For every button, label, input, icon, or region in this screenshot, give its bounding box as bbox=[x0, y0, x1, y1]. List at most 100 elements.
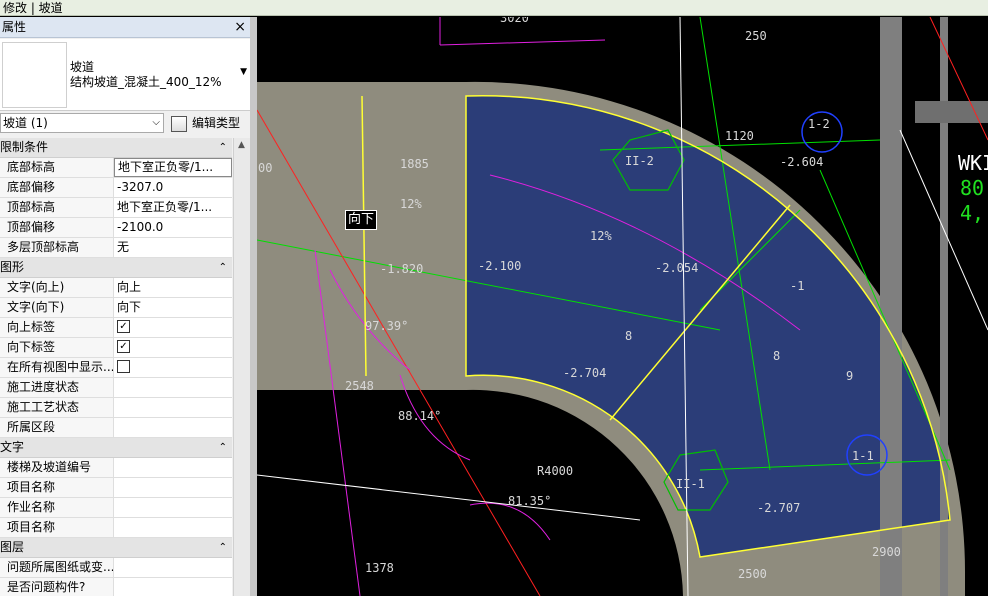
scroll-up-icon[interactable]: ▲ bbox=[238, 140, 245, 150]
cad-label: II-2 bbox=[625, 154, 654, 168]
property-name: 向上标签 bbox=[0, 318, 114, 337]
ramp-direction-tag[interactable]: 向下 bbox=[345, 210, 378, 230]
cad-label: 00 bbox=[258, 161, 272, 175]
properties-grid: 限制条件 ⌃ 底部标高 地下室正负零/1... 底部偏移 -3207.0 顶部标高 地下室正负… bbox=[0, 138, 232, 596]
property-name: 顶部偏移 bbox=[0, 218, 114, 237]
property-value[interactable]: -2100.0 bbox=[114, 218, 235, 237]
edit-type-label: 编辑类型 bbox=[192, 116, 241, 130]
instance-filter-select[interactable]: 坡道 (1) ⌵ bbox=[0, 113, 164, 133]
property-value[interactable] bbox=[114, 498, 235, 517]
property-value[interactable] bbox=[114, 398, 235, 417]
beam[interactable] bbox=[915, 101, 988, 123]
property-name: 底部偏移 bbox=[0, 178, 114, 197]
property-value[interactable] bbox=[114, 578, 235, 596]
cad-label: 1-2 bbox=[808, 117, 830, 131]
property-value[interactable]: 地下室正负零/1... bbox=[114, 158, 232, 177]
edit-type-icon bbox=[171, 115, 187, 132]
property-name: 项目名称 bbox=[0, 518, 114, 537]
property-row: 施工工艺状态 bbox=[0, 398, 232, 418]
property-name: 顶部标高 bbox=[0, 198, 114, 217]
property-value[interactable] bbox=[114, 378, 235, 397]
property-value[interactable] bbox=[114, 478, 235, 497]
ramp-surface[interactable] bbox=[466, 95, 950, 558]
cad-label: -2.054 bbox=[655, 261, 698, 275]
property-row: 在所有视图中显示... bbox=[0, 358, 232, 378]
property-name: 底部标高 bbox=[0, 158, 114, 177]
type-name: 坡道 结构坡道_混凝土_400_12% bbox=[70, 60, 222, 90]
cad-label: 1378 bbox=[365, 561, 394, 575]
cad-label: -2.604 bbox=[780, 155, 823, 169]
cad-label: 12% bbox=[400, 197, 422, 211]
properties-scrollbar[interactable]: ▲ bbox=[233, 138, 250, 596]
property-value[interactable]: 向下 bbox=[114, 298, 235, 317]
checkbox[interactable]: ✓ bbox=[117, 340, 130, 353]
cad-label: 1885 bbox=[400, 157, 429, 171]
property-name: 文字(向上) bbox=[0, 278, 114, 297]
property-value[interactable]: 地下室正负零/1... bbox=[114, 198, 235, 217]
property-value[interactable] bbox=[114, 358, 235, 377]
property-row: 是否问题构件? bbox=[0, 578, 232, 596]
type-selector[interactable]: 坡道 结构坡道_混凝土_400_12% ▼ bbox=[0, 39, 250, 111]
property-name: 项目名称 bbox=[0, 478, 114, 497]
edit-type-button[interactable]: 编辑类型 bbox=[171, 113, 240, 133]
property-name: 在所有视图中显示... bbox=[0, 358, 114, 377]
property-row: 文字(向下) 向下 bbox=[0, 298, 232, 318]
dropdown-arrow-icon[interactable]: ▼ bbox=[240, 67, 247, 77]
property-row: 项目名称 bbox=[0, 518, 232, 538]
cad-label: 8 bbox=[773, 349, 780, 363]
property-name: 向下标签 bbox=[0, 338, 114, 357]
cad-label: 12% bbox=[590, 229, 612, 243]
close-icon[interactable]: × bbox=[234, 17, 246, 37]
collapse-chevron-icon[interactable]: ⌃ bbox=[219, 438, 227, 457]
collapse-chevron-icon[interactable]: ⌃ bbox=[219, 258, 227, 277]
property-value[interactable]: 向上 bbox=[114, 278, 235, 297]
property-value[interactable]: 无 bbox=[114, 238, 235, 257]
cad-label: 97.39° bbox=[365, 319, 408, 333]
property-row: 项目名称 bbox=[0, 478, 232, 498]
wall-strip[interactable] bbox=[880, 17, 902, 596]
property-name: 所属区段 bbox=[0, 418, 114, 437]
checkbox[interactable]: ✓ bbox=[117, 320, 130, 333]
cad-label: 2900 bbox=[872, 545, 901, 559]
category-label: 图层 bbox=[0, 540, 25, 554]
property-value[interactable]: ✓ bbox=[114, 318, 235, 337]
type-preview-image bbox=[2, 42, 67, 108]
cad-label: -1 bbox=[790, 279, 804, 293]
checkbox[interactable] bbox=[117, 360, 130, 373]
cad-label: WKI bbox=[958, 151, 988, 175]
instance-filter-label: 坡道 (1) bbox=[3, 116, 48, 130]
cad-label: 2548 bbox=[345, 379, 374, 393]
collapse-chevron-icon[interactable]: ⌃ bbox=[219, 538, 227, 557]
property-name: 作业名称 bbox=[0, 498, 114, 517]
property-row: 顶部偏移 -2100.0 bbox=[0, 218, 232, 238]
contextual-tab-title: 修改 | 坡道 bbox=[0, 0, 988, 16]
cad-label: 81.35° bbox=[508, 494, 551, 508]
property-value[interactable] bbox=[114, 558, 235, 577]
category-header[interactable]: 限制条件 ⌃ bbox=[0, 138, 232, 158]
category-header[interactable]: 文字 ⌃ bbox=[0, 438, 232, 458]
property-row: 顶部标高 地下室正负零/1... bbox=[0, 198, 232, 218]
property-row: 多层顶部标高无 bbox=[0, 238, 232, 258]
drawing-canvas[interactable]: 3020 00 1885 250 1120 WKI804,, -2.604 -2.100 -1.… bbox=[257, 17, 988, 596]
property-row: 底部标高 地下室正负零/1... bbox=[0, 158, 232, 178]
property-value[interactable] bbox=[114, 418, 235, 437]
category-header[interactable]: 图层 ⌃ bbox=[0, 538, 232, 558]
cad-label: 8 bbox=[625, 329, 632, 343]
property-value[interactable]: -3207.0 bbox=[114, 178, 235, 197]
property-value[interactable] bbox=[114, 458, 235, 477]
property-value[interactable]: ✓ bbox=[114, 338, 235, 357]
property-name: 是否问题构件? bbox=[0, 578, 114, 596]
property-row: 文字(向上) 向上 bbox=[0, 278, 232, 298]
property-name: 多层顶部标高 bbox=[0, 238, 114, 257]
cad-label: 1-1 bbox=[852, 449, 874, 463]
property-row: 所属区段 bbox=[0, 418, 232, 438]
cad-label: 250 bbox=[745, 29, 767, 43]
property-name: 施工工艺状态 bbox=[0, 398, 114, 417]
plan-view[interactable]: 3020 00 1885 250 1120 WKI804,, -2.604 -2.100 -1.… bbox=[257, 17, 988, 596]
category-header[interactable]: 图形 ⌃ bbox=[0, 258, 232, 278]
collapse-chevron-icon[interactable]: ⌃ bbox=[219, 138, 227, 157]
property-value[interactable] bbox=[114, 518, 235, 537]
panel-splitter[interactable] bbox=[250, 17, 257, 596]
cad-label: II-1 bbox=[676, 477, 705, 491]
property-row: 楼梯及坡道编号 bbox=[0, 458, 232, 478]
